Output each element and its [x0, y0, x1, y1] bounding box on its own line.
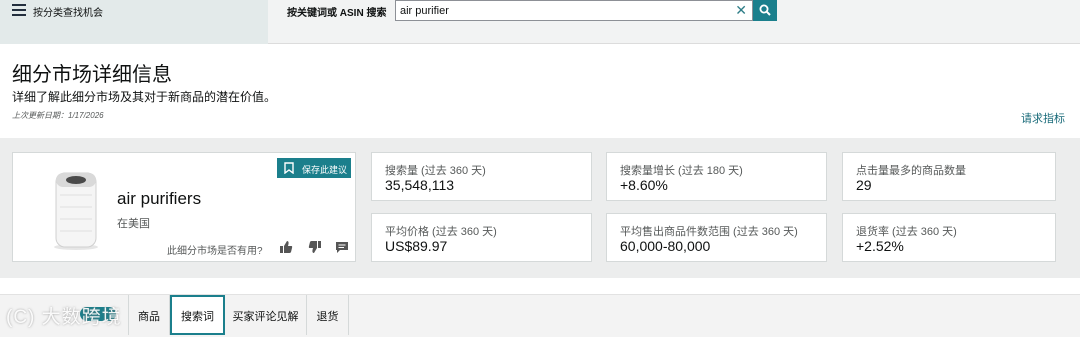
save-suggestion-button[interactable]: 保存此建议 [277, 158, 351, 178]
tab-customer-review-insights[interactable]: 买家评论见解 [225, 295, 307, 335]
metric-label: 平均价格 (过去 360 天) [385, 226, 497, 238]
metric-average-price: 平均价格 (过去 360 天) US$89.97 [371, 213, 592, 262]
menu-icon[interactable] [12, 4, 26, 16]
thumbs-up-icon[interactable] [279, 240, 293, 254]
save-suggestion-label: 保存此建议 [302, 165, 348, 175]
tab-label: 搜索词 [181, 311, 214, 323]
search-label: 按关键词或 ASIN 搜索 [287, 8, 387, 19]
bookmark-icon [284, 162, 294, 174]
metric-units-sold-range: 平均售出商品件数范围 (过去 360 天) 60,000-80,000 [606, 213, 827, 262]
clear-icon[interactable]: ✕ [735, 2, 747, 19]
tab-products[interactable]: 商品 [128, 295, 170, 335]
feedback-question: 此细分市场是否有用? [167, 246, 263, 257]
tab-label: 商品 [138, 311, 160, 323]
watermark: (C) 大数跨境 [6, 307, 122, 328]
category-nav-label[interactable]: 按分类查找机会 [33, 4, 103, 19]
metric-value: 60,000-80,000 [620, 238, 711, 254]
metric-label: 搜索量 (过去 360 天) [385, 165, 486, 177]
thumbs-down-icon[interactable] [308, 240, 322, 254]
metric-return-rate: 退货率 (过去 360 天) +2.52% [842, 213, 1056, 262]
search-input[interactable] [400, 3, 730, 18]
comment-icon[interactable] [335, 240, 349, 254]
request-metrics-link[interactable]: 请求指标 [1021, 110, 1065, 126]
tab-bar: 商品 搜索词 买家评论见解 退货 [0, 294, 1080, 337]
metric-value: US$89.97 [385, 238, 448, 254]
product-image [54, 172, 98, 250]
tab-search-terms[interactable]: 搜索词 [170, 295, 225, 335]
metric-label: 搜索量增长 (过去 180 天) [620, 165, 743, 177]
search-icon [759, 4, 771, 16]
metric-value: 29 [856, 177, 872, 193]
page-description: 详细了解此细分市场及其对于新商品的潜在价值。 [12, 90, 277, 104]
last-updated: 上次更新日期：1/17/2026 [12, 111, 104, 120]
metric-search-volume: 搜索量 (过去 360 天) 35,548,113 [371, 152, 592, 201]
metric-top-clicked-products: 点击量最多的商品数量 29 [842, 152, 1056, 201]
metric-value: +2.52% [856, 238, 904, 254]
metric-label: 点击量最多的商品数量 [856, 165, 966, 177]
tab-label: 退货 [316, 311, 339, 323]
niche-marketplace: 在美国 [117, 218, 150, 230]
metric-label: 平均售出商品件数范围 (过去 360 天) [620, 226, 798, 238]
metric-value: +8.60% [620, 177, 668, 193]
metric-value: 35,548,113 [385, 177, 455, 193]
metric-search-growth: 搜索量增长 (过去 180 天) +8.60% [606, 152, 827, 201]
category-nav[interactable]: 按分类查找机会 [0, 0, 268, 44]
product-card: air purifiers 在美国 保存此建议 此细分市场是否有用? [12, 152, 356, 262]
search-box[interactable]: ✕ [395, 0, 753, 21]
top-bar: 按分类查找机会 按关键词或 ASIN 搜索 ✕ [0, 0, 1080, 44]
page-title: 细分市场详细信息 [12, 64, 172, 86]
search-button[interactable] [753, 0, 777, 21]
tab-returns[interactable]: 退货 [307, 295, 349, 335]
niche-name: air purifiers [117, 189, 202, 208]
metric-label: 退货率 (过去 360 天) [856, 226, 957, 238]
tab-label: 买家评论见解 [232, 311, 299, 323]
